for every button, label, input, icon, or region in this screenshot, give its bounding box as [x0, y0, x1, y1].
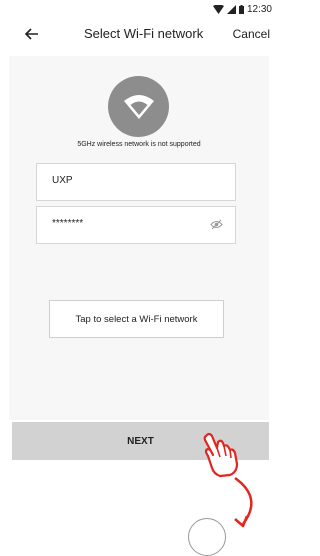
cancel-button[interactable]: Cancel: [233, 27, 270, 41]
ssid-field[interactable]: UXP: [36, 163, 236, 201]
battery-icon: [238, 4, 244, 14]
select-wifi-button[interactable]: Tap to select a Wi-Fi network: [49, 300, 224, 338]
status-time: 12:30: [246, 3, 272, 15]
arrow-left-icon[interactable]: [22, 24, 42, 44]
band-notice: 5GHz wireless network is not supported: [77, 141, 201, 148]
top-bar: Select Wi-Fi network Cancel: [0, 18, 278, 50]
ssid-value: UXP: [52, 175, 73, 186]
wifi-signal-icon: [212, 4, 224, 14]
home-button[interactable]: [188, 518, 226, 556]
password-field[interactable]: ********: [36, 206, 236, 244]
status-bar: 12:30: [0, 0, 278, 18]
page-title: Select Wi-Fi network: [84, 26, 204, 41]
password-value: ********: [52, 218, 84, 229]
wifi-badge: [108, 76, 169, 137]
wifi-icon: [123, 94, 154, 119]
hint-arrow-icon: [234, 476, 253, 528]
eye-off-icon[interactable]: [210, 219, 223, 230]
cell-signal-icon: [226, 4, 236, 14]
content-panel: 5GHz wireless network is not supported U…: [9, 56, 269, 420]
